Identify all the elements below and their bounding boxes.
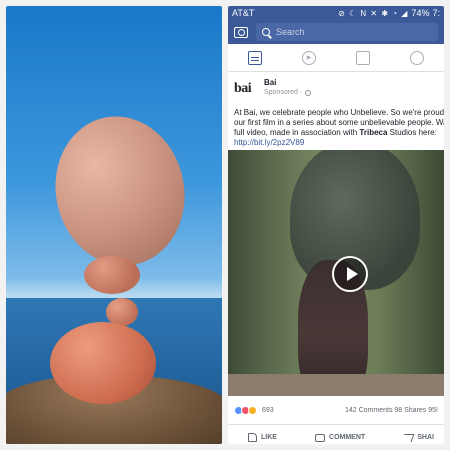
shares-count[interactable]: 98 Shares — [394, 407, 426, 414]
comments-count[interactable]: 142 Comments — [345, 407, 392, 414]
post-text-line: our first film in a series about some un… — [234, 118, 444, 127]
sponsored-post: bai Bai Sponsored · At Bai, we celebrate… — [228, 72, 444, 444]
collage-frame: AT&T ⊘ ☾ N ✕ ✱ ◔ ◢ 74% 7: Search ▶ bai B… — [0, 0, 450, 450]
bai-logo[interactable]: bai — [234, 78, 258, 100]
phone-screenshot: AT&T ⊘ ☾ N ✕ ✱ ◔ ◢ 74% 7: Search ▶ bai B… — [228, 6, 444, 444]
post-text-fragment: Studios here: — [389, 128, 437, 137]
post-text-line: At Bai, we celebrate people who Unbeliev… — [234, 108, 444, 117]
time-label: 7: — [432, 8, 440, 18]
notifications-globe-icon[interactable] — [410, 50, 424, 65]
comment-button[interactable]: COMMENT — [315, 433, 366, 442]
globe-icon — [305, 89, 312, 96]
carrier-label: AT&T — [232, 8, 255, 18]
video-player[interactable] — [228, 150, 444, 396]
reactions-bar: 693 142 Comments 98 Shares 95! — [228, 402, 444, 418]
post-text: At Bai, we celebrate people who Unbeliev… — [228, 104, 444, 148]
post-author[interactable]: Bai — [264, 78, 311, 87]
nav-tabs: ▶ — [228, 44, 444, 72]
status-icons: ⊘ ☾ N ✕ ✱ ◔ ◢ — [338, 8, 409, 18]
views-count: 95! — [428, 406, 438, 414]
marketplace-tab-icon[interactable] — [356, 50, 370, 65]
like-button[interactable]: LIKE — [248, 433, 277, 442]
battery-label: 74% — [411, 8, 430, 18]
share-label: SHAI — [417, 434, 434, 441]
search-input[interactable]: Search — [256, 23, 438, 41]
middle-stone — [84, 256, 140, 294]
reaction-count[interactable]: 693 — [262, 407, 345, 414]
share-button[interactable]: SHAI — [401, 433, 434, 442]
bottom-stone — [50, 322, 156, 404]
facebook-header: Search — [228, 20, 444, 44]
thumbs-up-icon — [248, 433, 257, 442]
post-text-fragment: full video, made in association with — [234, 128, 360, 137]
search-icon — [262, 28, 270, 36]
reaction-icons[interactable] — [234, 405, 257, 415]
sponsored-label: Sponsored · — [264, 89, 303, 96]
post-link[interactable]: http://bit.ly/2pz2V89 — [234, 138, 444, 148]
camera-icon[interactable] — [234, 26, 248, 38]
share-icon — [401, 433, 415, 442]
video-tab-icon[interactable]: ▶ — [302, 50, 316, 65]
play-button[interactable] — [332, 256, 368, 292]
comment-icon — [315, 433, 326, 442]
balanced-stones-photo — [6, 6, 222, 444]
action-bar: LIKE COMMENT SHAI — [228, 424, 444, 444]
post-text-line: full video, made in association with Tri… — [234, 128, 444, 138]
post-meta: Sponsored · — [264, 89, 312, 96]
like-label: LIKE — [261, 434, 277, 441]
post-header: bai Bai Sponsored · — [228, 72, 444, 104]
comment-label: COMMENT — [329, 434, 366, 441]
wow-reaction-icon — [248, 405, 257, 415]
news-feed-tab-icon[interactable] — [248, 50, 262, 65]
tribeca-bold: Tribeca — [359, 128, 388, 137]
search-placeholder: Search — [276, 27, 305, 37]
status-bar: AT&T ⊘ ☾ N ✕ ✱ ◔ ◢ 74% 7: — [228, 6, 444, 20]
video-frame-floor — [228, 374, 444, 396]
